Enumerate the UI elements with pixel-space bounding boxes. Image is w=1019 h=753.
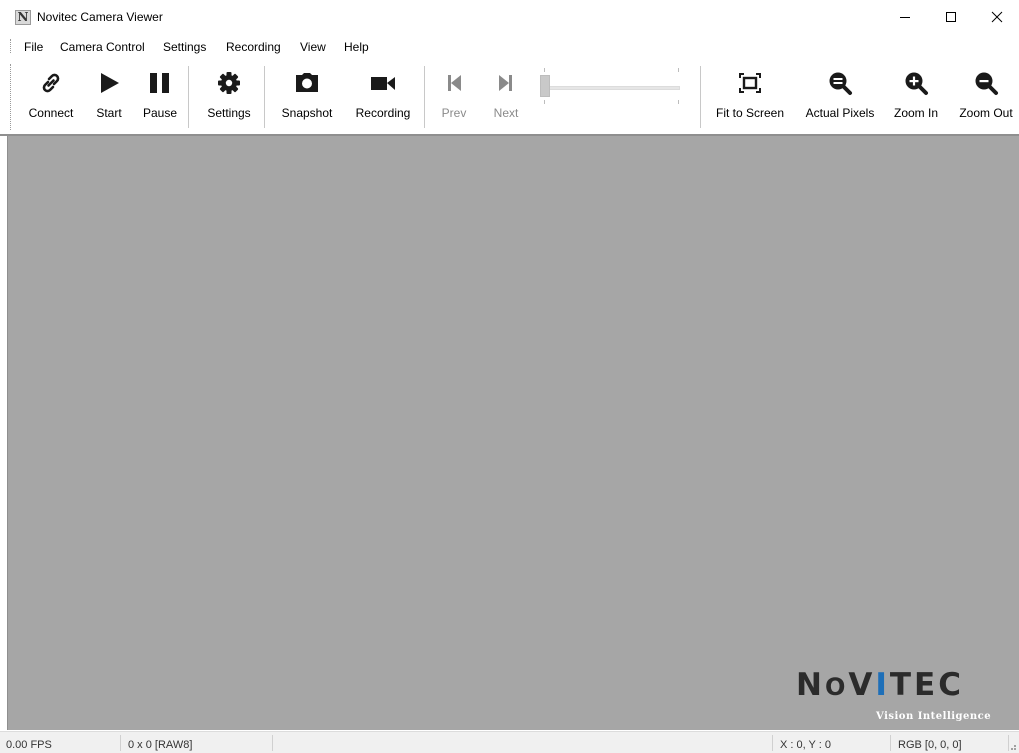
window-title: Novitec Camera Viewer <box>37 10 163 24</box>
image-viewer[interactable]: NOVITEC Vision Intelligence <box>7 136 1019 730</box>
magnifier-icon <box>827 70 853 96</box>
resize-grip-icon[interactable] <box>1007 741 1017 751</box>
logo-tagline: Vision Intelligence <box>876 711 992 722</box>
zoom-out-label: Zoom Out <box>959 106 1013 120</box>
slider-track <box>540 86 680 90</box>
camera-icon <box>294 70 320 96</box>
status-bar: 0.00 FPS 0 x 0 [RAW8] X : 0, Y : 0 RGB [… <box>0 731 1019 753</box>
fit-screen-icon <box>737 70 763 96</box>
prev-label: Prev <box>441 106 467 120</box>
coords-status: X : 0, Y : 0 <box>780 739 831 751</box>
status-separator <box>120 735 121 751</box>
actual-pixels-label: Actual Pixels <box>805 106 875 120</box>
toolbar-separator <box>264 66 265 128</box>
slider-tick <box>544 68 545 72</box>
app-icon: N <box>15 10 31 25</box>
menu-grip[interactable] <box>10 39 12 53</box>
toolbar-separator <box>188 66 189 128</box>
fps-status: 0.00 FPS <box>6 739 52 751</box>
toolbar-separator <box>700 66 701 128</box>
toolbar-grip[interactable] <box>10 64 12 130</box>
zoom-out-button[interactable]: Zoom Out <box>954 62 1018 128</box>
actual-pixels-button[interactable]: Actual Pixels <box>798 62 882 128</box>
maximize-icon <box>946 12 956 22</box>
status-separator <box>772 735 773 751</box>
zoom-out-icon <box>973 70 999 96</box>
recording-button[interactable]: Recording <box>348 62 418 128</box>
snapshot-button[interactable]: Snapshot <box>274 62 340 128</box>
recording-label: Recording <box>355 106 411 120</box>
next-button[interactable]: Next <box>488 62 524 128</box>
connect-button[interactable]: Connect <box>20 62 82 128</box>
slider-thumb[interactable] <box>540 75 550 97</box>
minimize-icon <box>900 17 910 18</box>
zoom-in-label: Zoom In <box>893 106 938 120</box>
menu-recording[interactable]: Recording <box>226 40 281 54</box>
slider-tick <box>678 68 679 72</box>
menu-bar: File Camera Control Settings Recording V… <box>0 34 1019 58</box>
toolbar: Connect Start Pause Settings Snapshot Re… <box>0 58 1019 134</box>
menu-camera-control[interactable]: Camera Control <box>60 40 145 54</box>
prev-button[interactable]: Prev <box>436 62 472 128</box>
play-icon <box>96 70 122 96</box>
fit-to-screen-label: Fit to Screen <box>715 106 785 120</box>
novitec-logo: NOVITEC Vision Intelligence <box>796 667 1008 731</box>
start-label: Start <box>96 106 122 120</box>
fit-to-screen-button[interactable]: Fit to Screen <box>710 62 790 128</box>
menu-view[interactable]: View <box>300 40 326 54</box>
skip-next-icon <box>493 70 519 96</box>
close-icon <box>991 11 1003 23</box>
snapshot-label: Snapshot <box>281 106 333 120</box>
frame-slider[interactable] <box>538 66 684 104</box>
slider-tick <box>678 100 679 104</box>
minimize-button[interactable] <box>882 0 928 34</box>
gear-icon <box>216 70 242 96</box>
video-camera-icon <box>370 70 396 96</box>
menu-help[interactable]: Help <box>344 40 369 54</box>
pause-button[interactable]: Pause <box>138 62 182 128</box>
status-separator <box>272 735 273 751</box>
title-bar: N Novitec Camera Viewer <box>0 0 1019 34</box>
pause-icon <box>147 70 173 96</box>
start-button[interactable]: Start <box>88 62 130 128</box>
menu-file[interactable]: File <box>24 40 43 54</box>
settings-label: Settings <box>207 106 251 120</box>
link-icon <box>38 70 64 96</box>
pause-label: Pause <box>142 106 178 120</box>
zoom-in-button[interactable]: Zoom In <box>888 62 944 128</box>
connect-label: Connect <box>28 106 74 120</box>
rgb-status: RGB [0, 0, 0] <box>898 739 962 751</box>
close-button[interactable] <box>974 0 1019 34</box>
maximize-button[interactable] <box>928 0 974 34</box>
menu-settings[interactable]: Settings <box>163 40 206 54</box>
status-separator <box>890 735 891 751</box>
skip-previous-icon <box>441 70 467 96</box>
settings-button[interactable]: Settings <box>198 62 260 128</box>
toolbar-separator <box>424 66 425 128</box>
logo-wordmark: NOVITEC <box>796 667 964 703</box>
slider-tick <box>544 100 545 104</box>
zoom-in-icon <box>903 70 929 96</box>
resolution-status: 0 x 0 [RAW8] <box>128 739 193 751</box>
next-label: Next <box>493 106 519 120</box>
